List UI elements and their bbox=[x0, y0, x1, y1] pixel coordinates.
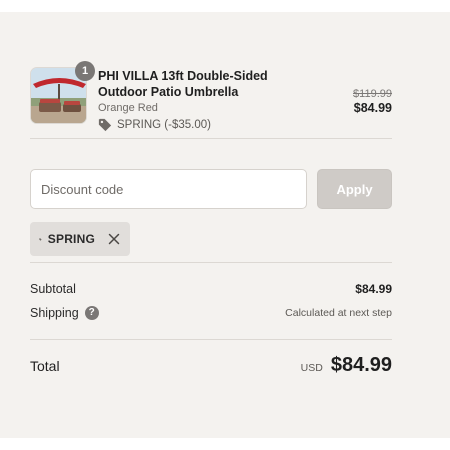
applied-code-label: SPRING bbox=[47, 232, 95, 246]
help-icon[interactable]: ? bbox=[84, 306, 99, 320]
product-discount: SPRING (-$35.00) bbox=[98, 118, 313, 132]
quantity-badge: 1 bbox=[75, 61, 95, 81]
shipping-label: Shipping bbox=[30, 306, 79, 320]
total-value: $84.99 bbox=[330, 354, 392, 376]
product-thumbnail: 1 bbox=[30, 61, 95, 124]
shipping-row: Shipping ? Calculated at next step bbox=[30, 306, 392, 320]
currency-code: USD bbox=[300, 362, 323, 374]
product-variant: Orange Red bbox=[98, 102, 158, 114]
discount-code-input[interactable] bbox=[30, 169, 307, 209]
subtotal-value: $84.99 bbox=[355, 282, 392, 296]
total-amount: USD $84.99 bbox=[301, 354, 392, 377]
tag-icon bbox=[98, 118, 112, 132]
order-summary-panel: 1 PHI VILLA 13ft Double-Sided Outdoor Pa… bbox=[0, 12, 450, 438]
divider bbox=[30, 262, 392, 263]
remove-discount-button[interactable] bbox=[107, 232, 121, 246]
product-info: PHI VILLA 13ft Double-Sided Outdoor Pati… bbox=[98, 68, 313, 132]
original-price: $119.99 bbox=[353, 88, 392, 100]
product-prices: $119.99 $84.99 bbox=[353, 88, 392, 115]
close-icon bbox=[108, 233, 120, 245]
product-discount-label: SPRING (-$35.00) bbox=[117, 119, 211, 131]
divider bbox=[30, 339, 392, 340]
product-title: PHI VILLA 13ft Double-Sided Outdoor Pati… bbox=[98, 69, 268, 99]
total-row: Total USD $84.99 bbox=[30, 354, 392, 377]
subtotal-row: Subtotal $84.99 bbox=[30, 282, 392, 296]
total-label: Total bbox=[30, 357, 60, 374]
apply-button[interactable]: Apply bbox=[317, 169, 392, 209]
divider bbox=[30, 138, 392, 139]
applied-discount-tag: SPRING bbox=[30, 222, 130, 256]
line-item: 1 PHI VILLA 13ft Double-Sided Outdoor Pa… bbox=[30, 57, 392, 133]
current-price: $84.99 bbox=[353, 101, 392, 115]
shipping-label-group: Shipping ? bbox=[30, 306, 99, 320]
subtotal-label: Subtotal bbox=[30, 282, 76, 296]
shipping-value: Calculated at next step bbox=[285, 307, 392, 319]
tag-icon bbox=[39, 237, 42, 241]
